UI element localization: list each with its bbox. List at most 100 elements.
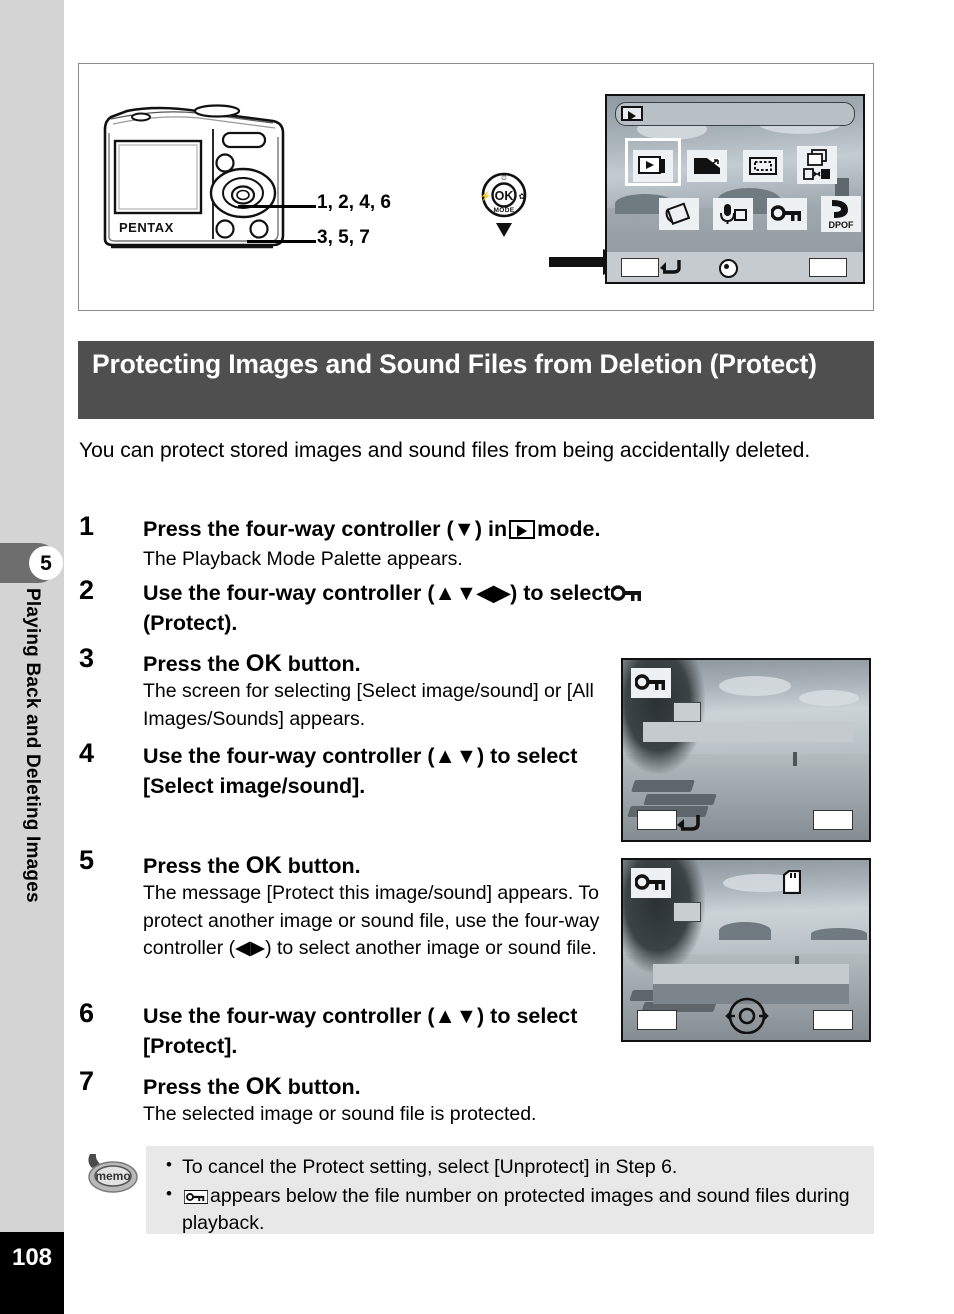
protect-key-icon [183,1185,209,1205]
step-title-suffix: mode. [537,517,601,541]
protect-key-icon [631,868,671,898]
ok-button[interactable] [813,810,853,830]
step-number: 7 [79,1066,95,1096]
callout-leader-bottom [247,240,316,243]
page-number: 108 [11,1244,53,1271]
playback-mode-palette-screen: DPOF [605,94,865,284]
memo-box: To cancel the Protect setting, select [U… [146,1146,874,1234]
protect-confirm-screen [621,858,871,1042]
lounger-shape [631,780,695,792]
step-number: 6 [79,998,95,1028]
menu-option-row[interactable] [643,722,853,742]
step-number: 2 [79,575,95,605]
svg-text:⏱: ⏱ [501,174,507,182]
step-title: Press the OK button. [143,647,361,680]
step-number: 4 [79,738,95,768]
sign-shape [673,902,701,922]
sd-card-icon [782,869,802,895]
step-title: Use the four-way controller (▲▼) to sele… [143,1004,578,1058]
step-number: 3 [79,643,95,673]
svg-text:PENTAX: PENTAX [119,220,174,235]
step-description: The screen for selecting [Select image/s… [143,680,594,730]
memo-item-text: To cancel the Protect setting, select [U… [182,1156,678,1178]
memo-list: To cancel the Protect setting, select [U… [160,1153,864,1239]
page-title: Protecting Images and Sound Files from D… [78,341,874,419]
step-title-suffix: button. [287,652,361,676]
chapter-title: Playing Back and Deleting Images [0,588,64,1058]
step-title: Press the four-way controller (▼) in mode… [143,515,600,545]
memo-item: appears below the file number on protect… [160,1182,864,1238]
ok-button[interactable] [813,1010,853,1030]
dpof-icon[interactable]: DPOF [821,196,861,232]
callout-steps-1246: 1, 2, 4, 6 [317,192,391,213]
ok-button[interactable] [809,258,847,277]
step-title-text: Press the [143,854,240,878]
cloud-shape [799,690,859,706]
memo-item-text: appears below the file number on protect… [182,1184,850,1235]
svg-text:⚡: ⚡ [480,190,491,202]
step-title: Use the four-way controller (▲▼◀▶) to se… [143,579,644,638]
step-title-text: Press the [143,1075,240,1099]
back-arrow-icon [675,812,703,832]
intro-paragraph: You can protect stored images and sound … [79,439,811,462]
green-button[interactable] [637,1010,677,1030]
camera-illustration: PENTAX [97,89,297,274]
ok-button-label: OK [245,650,282,677]
ok-button-label: OK [245,852,282,879]
svg-text:MODE: MODE [493,207,514,214]
cropping-icon[interactable] [743,150,783,182]
memo-icon: memo [82,1152,140,1198]
chapter-number-badge: 5 [29,546,63,580]
voice-memo-icon[interactable] [713,198,753,230]
sign-shape [673,702,701,722]
palette-title-bar [615,102,855,126]
step-title-text: Press the four-way controller (▼) in [143,517,508,541]
playback-icon [621,106,643,121]
four-way-controller-icon: OK MODE ⏱ ⚡ ✿ [476,169,532,249]
lounger-shape [643,794,717,805]
record-dot-icon [719,259,738,278]
image-rotation-icon[interactable] [659,198,699,230]
slideshow-icon[interactable] [633,150,673,182]
svg-text:✿: ✿ [519,192,526,201]
palette-bottom-bar [607,252,863,282]
step-title-suffix: (Protect). [143,610,238,635]
step-title: Press the OK button. [143,1070,361,1103]
dpof-label: DPOF [828,220,854,230]
menu-option-row[interactable] [653,964,849,984]
palette-icon-grid: DPOF [625,140,861,240]
callout-steps-357: 3, 5, 7 [317,227,370,248]
cloud-shape [719,676,791,696]
resize-icon[interactable] [687,150,727,182]
person-shape [793,752,797,766]
step-title: Use the four-way controller (▲▼) to sele… [143,744,578,798]
back-arrow-icon [659,256,683,281]
green-button[interactable] [637,810,677,830]
step-title-text: Press the [143,652,240,676]
step-title: Press the OK button. [143,849,361,882]
step-description: The Playback Mode Palette appears. [143,548,463,570]
hill-shape [719,922,771,940]
step-title-suffix: button. [287,1075,361,1099]
sidebar: 5 Playing Back and Deleting Images [0,0,64,1232]
image-copy-icon[interactable] [797,146,837,184]
step-number: 1 [79,511,95,541]
step-title-suffix: button. [287,854,361,878]
green-button[interactable] [621,258,659,277]
step-number: 5 [79,845,95,875]
protect-key-icon [631,668,671,698]
svg-text:OK: OK [495,189,514,203]
four-way-controller-hint-icon [721,994,773,1035]
memo-label: memo [95,1169,130,1183]
page-number-box: 108 [0,1232,64,1314]
memo-item: To cancel the Protect setting, select [U… [160,1153,864,1182]
step-description: The message [Protect this image/sound] a… [143,882,600,960]
hill-shape [811,928,867,940]
step-description: The selected image or sound file is prot… [143,1103,537,1125]
chapter-title-text: Playing Back and Deleting Images [22,588,43,903]
ok-button-label: OK [245,1073,282,1100]
figure-box: PENTAX 1, 2, 4, 6 3, 5, 7 OK MODE ⏱ ⚡ ✿ [78,63,874,311]
step-title-text: Use the four-way controller (▲▼◀▶) to se… [143,581,611,605]
playback-icon [509,520,536,539]
protect-key-icon[interactable] [767,198,807,230]
